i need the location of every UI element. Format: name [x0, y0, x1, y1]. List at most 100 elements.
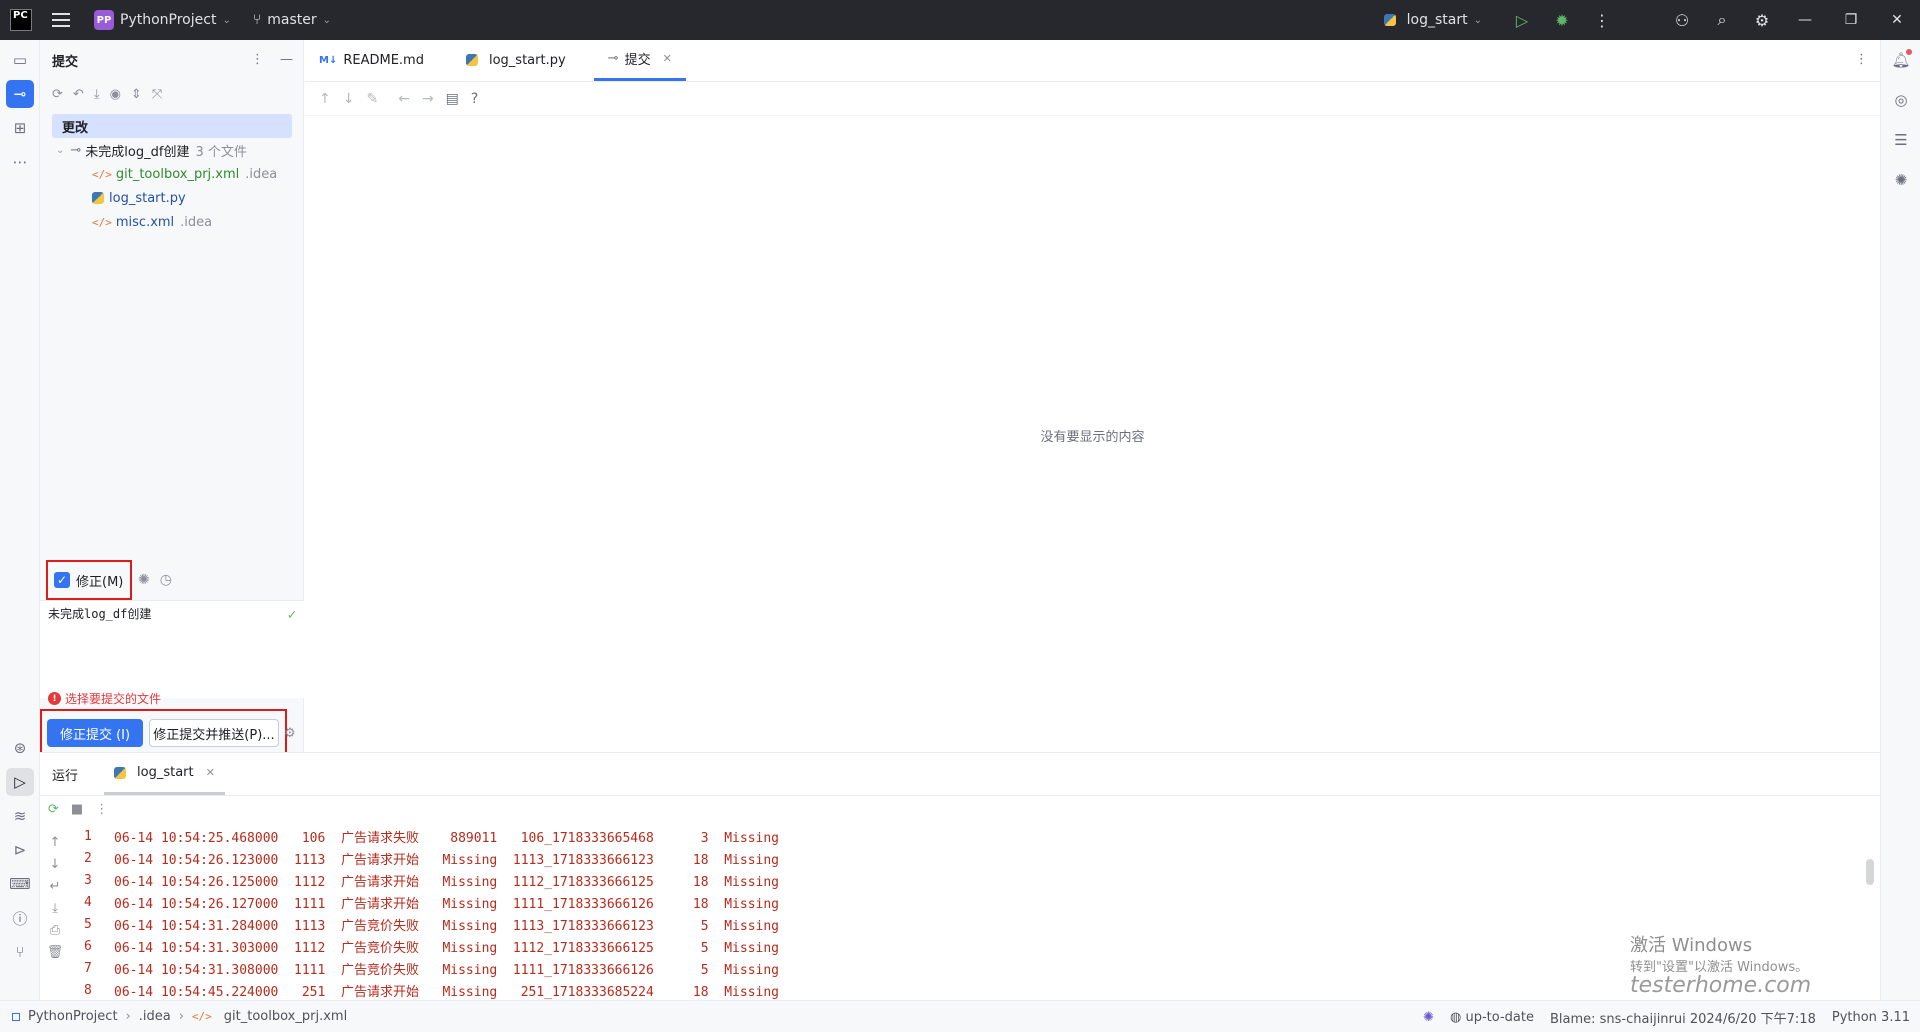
history-icon[interactable]: ◷	[160, 572, 172, 588]
run-tool-icon[interactable]: ▷	[6, 768, 34, 796]
ai-assistant-icon[interactable]: ◎	[1887, 86, 1915, 114]
help-icon[interactable]: ?	[471, 91, 478, 107]
show-diff-icon[interactable]: ◉	[110, 87, 121, 102]
shelve-icon[interactable]: ⤓	[94, 87, 100, 102]
changes-group[interactable]: 更改	[52, 114, 292, 138]
console-scrollbar[interactable]	[1866, 859, 1874, 885]
tab-log-start[interactable]: log_start.py	[452, 39, 580, 81]
commit-error: ! 选择要提交的文件	[48, 690, 161, 707]
tab-readme[interactable]: M↓ README.md	[305, 39, 438, 81]
windows-activation-watermark: 激活 Windows 转到"设置"以激活 Windows。 testerhome…	[1630, 935, 1811, 997]
soft-wrap-icon[interactable]: ↵	[50, 879, 61, 894]
arrow-left-icon[interactable]: ←	[398, 91, 410, 107]
arrow-down-icon[interactable]: ↓	[343, 91, 355, 107]
rerun-icon[interactable]: ⟳	[48, 802, 59, 817]
commit-settings-icon[interactable]: ⚙	[284, 726, 296, 741]
problems-icon[interactable]: ⓘ	[6, 904, 34, 932]
arrow-up-icon[interactable]: ↑	[319, 91, 331, 107]
project-icon	[12, 1012, 20, 1021]
project-selector[interactable]: PP PythonProject ⌄	[94, 10, 231, 30]
hide-panel-icon[interactable]: —	[280, 52, 293, 67]
stop-icon[interactable]: ■	[71, 802, 83, 817]
file-row[interactable]: </> git_toolbox_prj.xml .idea	[52, 162, 303, 186]
trash-icon[interactable]: 🗑︎	[47, 945, 64, 960]
more-actions-icon[interactable]: ⋮	[95, 802, 108, 817]
changelist-name: 未完成log_df创建	[85, 144, 190, 160]
xml-file-icon: </>	[92, 215, 112, 229]
file-row[interactable]: </> misc.xml .idea	[52, 210, 303, 234]
terminal-icon[interactable]: ⌨	[6, 870, 34, 898]
services-icon[interactable]: ⊳	[6, 836, 34, 864]
console-output[interactable]: 1 06-14 10:54:25.468000 106 广告请求失败 889011…	[84, 825, 1784, 1001]
amend-checkbox[interactable]: ✓	[54, 572, 70, 588]
project-badge-icon: PP	[94, 10, 114, 30]
gear-icon[interactable]: ⚙	[1742, 0, 1782, 40]
close-tab-icon[interactable]: ✕	[206, 766, 215, 779]
structure-icon[interactable]: ⊞	[6, 114, 34, 142]
changelist-row[interactable]: ⌄ ⊸ 未完成log_df创建 3 个文件	[52, 138, 303, 162]
left-tool-stripe: ▭ ⊸ ⊞ ⋯ ⊛ ▷ ≋ ⊳ ⌨ ⓘ ⑂	[0, 40, 40, 1000]
blame-info[interactable]: Blame: sns-chaijinrui 2024/6/20 下午7:18	[1550, 1008, 1816, 1027]
up-to-date-icon: ◍	[1450, 1009, 1466, 1025]
refresh-icon[interactable]: ⟳	[52, 87, 63, 102]
breadcrumb-item[interactable]: git_toolbox_prj.xml	[224, 1009, 347, 1024]
plugin-icon[interactable]: ✺	[1887, 166, 1915, 194]
amend-checkbox-row[interactable]: ✓ 修正(M)	[46, 560, 132, 600]
close-tab-icon[interactable]: ✕	[663, 52, 672, 65]
file-row[interactable]: log_start.py	[52, 186, 303, 210]
project-folder-icon[interactable]: ▭	[6, 46, 34, 74]
more-tabs-icon[interactable]: ⋮	[1855, 52, 1868, 67]
more-tools-icon[interactable]: ⋯	[6, 148, 34, 176]
xml-file-icon: </>	[191, 1010, 212, 1023]
branch-selector[interactable]: ⑂ master ⌄	[253, 12, 331, 28]
commit-checks-icon[interactable]: ✺	[138, 572, 150, 588]
layers-icon[interactable]: ≋	[6, 802, 34, 830]
file-list-icon[interactable]: ▤	[446, 91, 459, 107]
tab-commit[interactable]: ⊸ 提交 ✕	[593, 39, 686, 81]
notifications-icon[interactable]: 🔔︎	[1887, 46, 1915, 74]
scroll-down-icon[interactable]: ↓	[50, 857, 61, 872]
tab-run-log-start[interactable]: log_start ✕	[104, 753, 225, 795]
rollback-icon[interactable]: ↶	[73, 87, 84, 102]
chevron-down-icon[interactable]: ⌄	[56, 145, 64, 156]
expand-all-icon[interactable]: ⇕	[131, 87, 142, 102]
edit-icon[interactable]: ✎	[366, 91, 378, 107]
run-icon[interactable]: ▷	[1502, 0, 1542, 40]
chevron-right-icon: ›	[125, 1009, 131, 1024]
collapse-all-icon[interactable]: ⤧	[152, 87, 162, 102]
amend-commit-push-button[interactable]: 修正提交并推送(P)...	[149, 719, 279, 747]
commit-tool-icon[interactable]: ⊸	[6, 80, 34, 108]
python-console-icon[interactable]: ⊛	[6, 734, 34, 762]
print-icon[interactable]: ⎙	[50, 923, 60, 938]
run-toolbar: ⟳ ■ ⋮	[40, 795, 1880, 823]
amend-commit-button[interactable]: 修正提交 (I)	[47, 719, 143, 747]
more-actions-icon[interactable]: ⋮	[1582, 0, 1622, 40]
scroll-to-end-icon[interactable]: ⤓	[52, 901, 58, 916]
editor-area: M↓ README.md log_start.py ⊸ 提交 ✕ ⋮ ↑ ↓ ✎…	[305, 40, 1880, 752]
breadcrumb-item[interactable]: .idea	[139, 1009, 171, 1024]
interpreter[interactable]: Python 3.11	[1832, 1010, 1910, 1025]
vcs-status[interactable]: ◍ up-to-date	[1450, 1010, 1534, 1025]
notification-dot	[1906, 49, 1912, 55]
restore-icon[interactable]: ❐	[1828, 0, 1874, 40]
add-user-icon[interactable]: ⚇	[1662, 0, 1702, 40]
run-config-name: log_start	[1406, 12, 1468, 28]
arrow-right-icon[interactable]: →	[422, 91, 434, 107]
run-config-selector[interactable]: log_start ⌄	[1383, 12, 1482, 28]
breadcrumb-item[interactable]: PythonProject	[28, 1009, 118, 1024]
database-icon[interactable]: ☰	[1887, 126, 1915, 154]
scroll-up-icon[interactable]: ↑	[50, 835, 61, 850]
options-icon[interactable]: ⋮	[251, 52, 264, 67]
minimize-icon[interactable]: —	[1782, 0, 1828, 40]
search-icon[interactable]: ⌕	[1702, 0, 1742, 40]
debug-icon[interactable]: ✹	[1542, 0, 1582, 40]
main-menu-icon[interactable]	[52, 13, 70, 27]
console-line: 1 06-14 10:54:25.468000 106 广告请求失败 889011…	[84, 828, 779, 846]
git-icon[interactable]: ⑂	[6, 938, 34, 966]
pycharm-logo-icon: PC	[10, 9, 32, 31]
close-icon[interactable]: ✕	[1874, 0, 1920, 40]
commit-message-input[interactable]: 未完成log_df创建 ✓	[40, 600, 304, 698]
plugin-status-icon[interactable]: ✺	[1423, 1010, 1434, 1025]
chevron-down-icon: ⌄	[322, 14, 331, 26]
run-panel: 运行 log_start ✕ ⟳ ■ ⋮ ↑ ↓ ↵ ⤓ ⎙ 🗑︎ 1 06-14…	[40, 752, 1880, 1000]
